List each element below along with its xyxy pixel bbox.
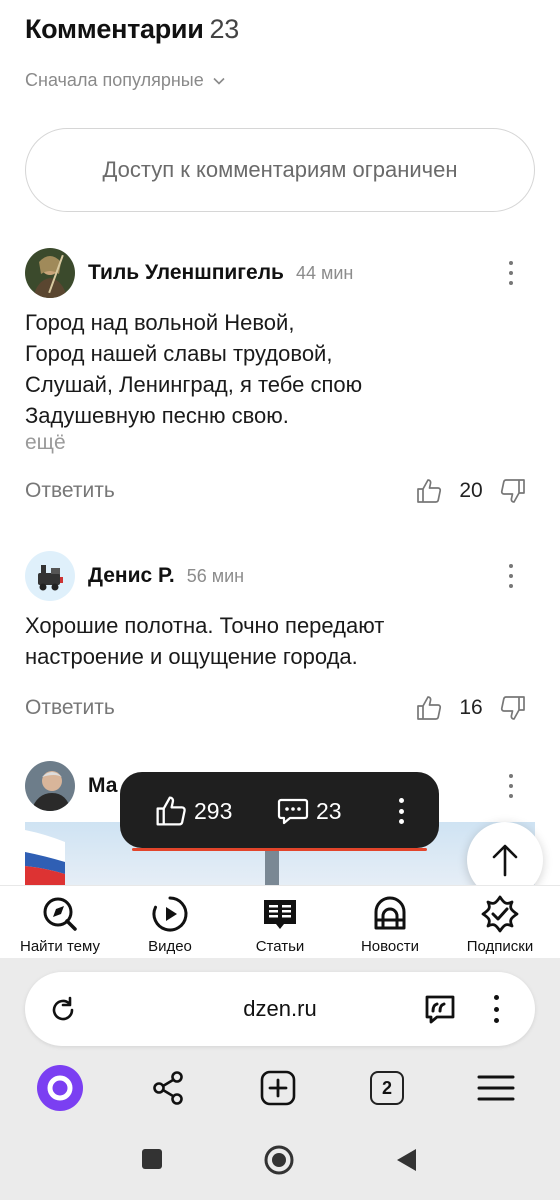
comment-author[interactable]: Ма	[88, 774, 117, 798]
avatar[interactable]	[25, 551, 75, 601]
comment-line: Хорошие полотна. Точно передают	[25, 613, 385, 638]
reading-progress-bar	[132, 848, 427, 851]
avatar[interactable]	[25, 761, 75, 811]
share-button[interactable]	[144, 1063, 194, 1113]
thumbs-up-icon[interactable]	[415, 694, 443, 722]
nav-video[interactable]: Видео	[120, 894, 220, 955]
back-triangle-icon	[397, 1149, 416, 1171]
compass-icon	[43, 897, 77, 931]
nav-label: Найти тему	[20, 938, 100, 955]
restricted-text: Доступ к комментариям ограничен	[102, 157, 458, 182]
more-options-icon[interactable]	[509, 564, 515, 588]
comment-line: Слушай, Ленинград, я тебе спою	[25, 372, 363, 397]
tabs-button[interactable]: 2	[362, 1063, 412, 1113]
menu-button[interactable]	[471, 1063, 521, 1113]
sort-dropdown[interactable]: Сначала популярные	[25, 70, 226, 91]
comments-title: Комментарии 23	[25, 14, 239, 45]
arrow-up-icon	[492, 844, 518, 877]
home-circle-icon	[264, 1145, 294, 1175]
thumbs-up-icon	[156, 796, 186, 826]
chevron-down-icon	[213, 77, 225, 85]
comment-time: 44 мин	[295, 262, 354, 283]
nav-find-topic[interactable]: Найти тему	[10, 894, 110, 955]
nav-subscriptions[interactable]: Подписки	[450, 894, 550, 955]
browser-chrome: dzen.ru 2	[0, 958, 560, 1200]
thumbs-down-icon[interactable]	[499, 694, 527, 722]
share-icon	[153, 1071, 183, 1105]
url-text[interactable]: dzen.ru	[25, 996, 535, 1022]
bottom-nav: Найти тему Видео Статьи Новости Подписки	[0, 885, 560, 960]
news-icon	[374, 896, 406, 930]
nav-label: Подписки	[466, 938, 534, 955]
comment-author[interactable]: Тиль Уленшпигель	[88, 261, 284, 285]
comment-item: Тиль Уленшпигель 44 мин Город над вольно…	[25, 248, 535, 511]
address-bar[interactable]: dzen.ru	[25, 972, 535, 1046]
show-more-link[interactable]: ещё	[25, 431, 535, 455]
comment-line: Город над вольной Невой,	[25, 310, 295, 335]
comment-time: 56 мин	[186, 565, 245, 586]
like-article-button[interactable]: 293	[154, 794, 232, 828]
nav-label: Новости	[360, 938, 420, 955]
subscriptions-icon	[481, 895, 519, 933]
quote-icon[interactable]	[423, 992, 457, 1026]
alice-button[interactable]	[35, 1063, 85, 1113]
thumbs-up-icon[interactable]	[415, 477, 443, 505]
comment-line: Задушевную песню свою.	[25, 403, 289, 428]
nav-news[interactable]: Новости	[340, 894, 440, 955]
comments-title-label: Комментарии	[25, 14, 204, 44]
likes-count: 16	[459, 696, 483, 719]
comment-item: Денис Р. 56 мин Хорошие полотна. Точно п…	[25, 551, 535, 728]
new-tab-button[interactable]	[253, 1063, 303, 1113]
more-options-icon[interactable]	[509, 774, 515, 798]
nav-label: Видео	[148, 938, 192, 955]
comments-count: 23	[209, 14, 240, 44]
floating-reactions-bar: 293 23	[120, 772, 439, 851]
comments-restricted-notice: Доступ к комментариям ограничен	[25, 128, 535, 212]
video-icon	[152, 896, 188, 932]
reply-button[interactable]: Ответить	[25, 479, 115, 503]
comment-text: Город над вольной Невой, Город нашей сла…	[25, 307, 535, 431]
recent-apps-button[interactable]	[141, 1148, 163, 1175]
comment-line: настроение и ощущение города.	[25, 644, 358, 669]
comments-button[interactable]: 23	[276, 794, 342, 828]
comment-icon	[277, 798, 309, 825]
home-button[interactable]	[264, 1145, 294, 1180]
likes-count: 20	[459, 479, 483, 502]
article-likes-count: 293	[194, 797, 233, 824]
more-options-icon[interactable]	[509, 261, 515, 285]
avatar[interactable]	[25, 248, 75, 298]
article-comments-count: 23	[316, 797, 342, 824]
sort-label: Сначала популярные	[25, 70, 204, 90]
more-options-icon[interactable]	[399, 798, 405, 824]
nav-label: Статьи	[255, 938, 305, 955]
thumbs-down-icon[interactable]	[499, 477, 527, 505]
hamburger-icon	[477, 1075, 515, 1101]
square-icon	[142, 1149, 162, 1169]
more-options-icon[interactable]	[494, 995, 500, 1023]
nav-articles[interactable]: Статьи	[230, 894, 330, 955]
tabs-count: 2	[370, 1071, 404, 1105]
reply-button[interactable]: Ответить	[25, 696, 115, 720]
comment-text: Хорошие полотна. Точно передают настроен…	[25, 610, 535, 672]
alice-icon	[37, 1065, 83, 1111]
back-button[interactable]	[395, 1148, 417, 1177]
plus-icon	[260, 1070, 296, 1106]
comment-author[interactable]: Денис Р.	[88, 564, 175, 588]
articles-icon	[264, 900, 296, 929]
comment-line: Город нашей славы трудовой,	[25, 341, 333, 366]
